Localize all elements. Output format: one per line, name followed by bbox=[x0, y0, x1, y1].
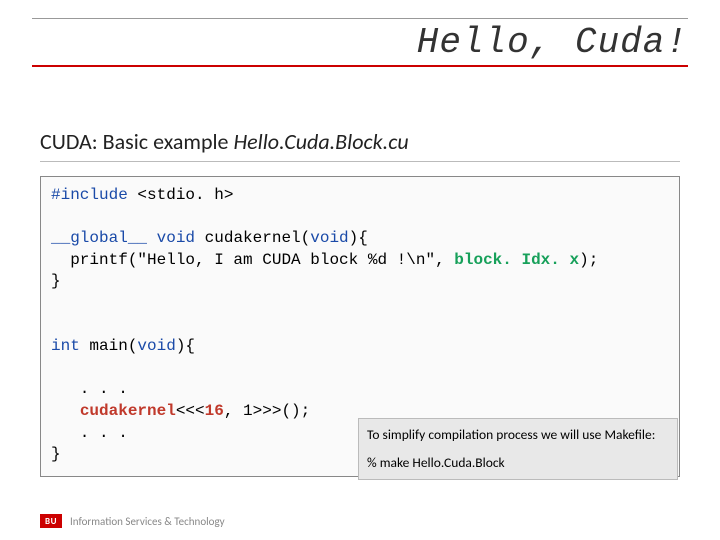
code-emph-red: 16 bbox=[205, 402, 224, 420]
code-text: cudakernel( bbox=[195, 229, 310, 247]
code-keyword: void bbox=[310, 229, 348, 247]
code-text: } bbox=[51, 445, 61, 463]
code-emph-red: cudakernel bbox=[80, 402, 176, 420]
code-text bbox=[51, 402, 80, 420]
slide: Hello, Cuda! CUDA: Basic example Hello.C… bbox=[0, 0, 720, 540]
footer: BU Information Services & Technology bbox=[40, 514, 225, 528]
title-region: Hello, Cuda! bbox=[32, 18, 688, 67]
code-text: . . . bbox=[51, 380, 128, 398]
code-text: , 1>>>(); bbox=[224, 402, 310, 420]
code-keyword: #include bbox=[51, 186, 128, 204]
section-heading-text: CUDA: Basic example bbox=[40, 128, 233, 155]
rule-top bbox=[32, 18, 688, 19]
code-keyword: __global__ bbox=[51, 229, 147, 247]
code-emph-green: block. Idx. x bbox=[454, 251, 579, 269]
code-text: <stdio. h> bbox=[128, 186, 234, 204]
note-box: To simplify compilation process we will … bbox=[358, 418, 678, 481]
code-keyword: void bbox=[137, 337, 175, 355]
rule-accent bbox=[32, 65, 688, 67]
section-heading-filename: Hello.Cuda.Block.cu bbox=[233, 128, 408, 155]
code-text: } bbox=[51, 272, 61, 290]
footer-text: Information Services & Technology bbox=[70, 515, 225, 528]
code-text: <<< bbox=[176, 402, 205, 420]
note-line-1: To simplify compilation process we will … bbox=[367, 425, 669, 445]
note-line-2: % make Hello.Cuda.Block bbox=[367, 453, 669, 473]
code-text: . . . bbox=[51, 424, 128, 442]
slide-title: Hello, Cuda! bbox=[32, 22, 688, 63]
code-text: ){ bbox=[176, 337, 195, 355]
code-keyword: void bbox=[147, 229, 195, 247]
section-heading: CUDA: Basic example Hello.Cuda.Block.cu bbox=[40, 128, 680, 162]
code-text: main( bbox=[80, 337, 138, 355]
bu-logo-icon: BU bbox=[40, 514, 62, 528]
code-keyword: int bbox=[51, 337, 80, 355]
code-text: ){ bbox=[349, 229, 368, 247]
code-text: printf("Hello, I am CUDA block %d !\n", bbox=[51, 251, 454, 269]
code-text: ); bbox=[579, 251, 598, 269]
